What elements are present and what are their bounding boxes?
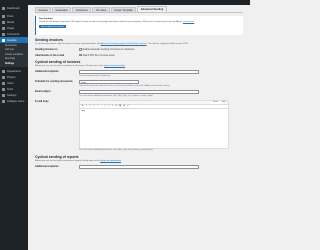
link-icon[interactable]: 🔗 xyxy=(115,105,118,107)
appearance-icon xyxy=(2,70,5,74)
schedule-select[interactable]: Daily xyxy=(79,79,139,85)
settings-tabs: General Generation Customers Tax rates I… xyxy=(35,6,243,13)
editor-tab-visual[interactable]: Visual xyxy=(211,100,220,104)
tools-icon xyxy=(2,88,5,92)
tab-customers[interactable]: Customers xyxy=(72,7,92,12)
bullet-list-icon[interactable]: ≡ xyxy=(89,105,92,107)
tab-generation[interactable]: Generation xyxy=(51,7,72,12)
hr-icon[interactable]: — xyxy=(100,105,103,107)
blockquote-icon[interactable]: ❝ xyxy=(96,105,99,107)
section-description: Below you can set up cyclical sending of… xyxy=(35,159,122,162)
dashboard-icon xyxy=(2,6,5,10)
setting-label: Additional recipients xyxy=(35,70,59,74)
align-center-icon[interactable]: ≡ xyxy=(108,105,111,107)
plugins-icon xyxy=(2,76,5,80)
align-left-icon[interactable]: ≡ xyxy=(104,105,107,107)
settings-icon xyxy=(2,94,5,98)
notice-body: Thank you for being a loyal user! We hop… xyxy=(39,21,195,23)
fullscreen-icon[interactable]: ⤢ xyxy=(127,105,130,107)
setting-row: Email subject You can use the following … xyxy=(35,89,243,97)
users-icon xyxy=(2,82,5,86)
tab-invoice-template[interactable]: Invoice Template xyxy=(110,7,137,12)
submenu-item-settings[interactable]: Settings xyxy=(0,62,28,66)
notice-button[interactable]: Go to advanced sending xyxy=(39,25,66,29)
editor-content[interactable]: test xyxy=(80,109,228,114)
email-body-editor: Visual Text B I ≡ ≡ ❝ — ≡ ≡ ≡ 🔗 ⛓ ⊞ ⤢ tes… xyxy=(79,99,229,149)
media-icon xyxy=(2,20,5,24)
italic-icon[interactable]: I xyxy=(85,105,88,107)
comments-icon xyxy=(2,32,5,36)
tab-tax-rates[interactable]: Tax rates xyxy=(92,7,110,12)
setting-label: Schedule for sending documents xyxy=(35,79,73,83)
tab-general[interactable]: General xyxy=(35,7,51,12)
collapse-menu-button[interactable]: Collapse menu xyxy=(0,99,28,105)
tab-advanced-sending[interactable]: Advanced Sending xyxy=(137,6,167,12)
setting-row: E-mail body Visual Text B I ≡ ≡ ❝ — ≡ ≡ ≡… xyxy=(35,99,243,152)
admin-sidebar: Dashboard Posts Media Pages Comments Inv… xyxy=(0,5,28,250)
info-notice: Say Goodbye Thank you for being a loyal … xyxy=(35,16,243,35)
setting-row: Additional recipients xyxy=(35,165,243,170)
editor-tab-text[interactable]: Text xyxy=(221,101,227,104)
setting-label: Email subject xyxy=(35,89,51,93)
plugin-docs-link[interactable]: plugin documentation xyxy=(104,65,125,67)
settings-content: General Generation Customers Tax rates I… xyxy=(28,5,250,250)
setting-label: E-mail body xyxy=(35,99,49,103)
notice-title: Say Goodbye xyxy=(39,18,53,20)
invoices-icon xyxy=(2,38,5,42)
section-description: To send every invoice, add the invoices … xyxy=(35,43,189,45)
posts-icon xyxy=(2,14,5,18)
setting-row: Sending invoices to Enable automatic sen… xyxy=(35,48,135,52)
toolbar-toggle-icon[interactable]: ⊞ xyxy=(123,105,126,107)
section-title-cyclical-invoices: Cyclical sending of invoices xyxy=(35,59,81,64)
advanced-sending-link[interactable]: Advanced Sending options for Flexible In… xyxy=(101,43,147,45)
pages-icon xyxy=(2,26,5,30)
section-description: Below you can set up cyclical sending of… xyxy=(35,64,126,67)
setting-label: Additional recipients xyxy=(35,165,59,169)
setting-row: Attachments in the e-mail Attach PDF fil… xyxy=(35,53,115,57)
unlink-icon[interactable]: ⛓ xyxy=(119,105,122,107)
setting-row: Schedule for sending documents Daily Choo… xyxy=(35,79,170,87)
section-title-sending-invoices: Sending invoices xyxy=(35,38,63,42)
setting-label: Attachments in the e-mail xyxy=(35,53,65,57)
notice-link[interactable]: Learn more xyxy=(183,21,194,23)
section-title-cyclical-reports: Cyclical sending of reports xyxy=(35,154,79,159)
align-right-icon[interactable]: ≡ xyxy=(111,105,114,107)
numbered-list-icon[interactable]: ≡ xyxy=(93,105,96,107)
report-recipients-input[interactable] xyxy=(79,165,199,170)
email-subject-input[interactable] xyxy=(79,89,199,95)
plugin-docs-link[interactable]: plugin documentation xyxy=(100,160,121,162)
additional-recipients-input[interactable] xyxy=(79,70,199,75)
setting-label: Sending invoices to xyxy=(35,48,58,52)
collapse-icon xyxy=(2,100,5,104)
enable-sending-checkbox[interactable] xyxy=(79,48,82,51)
invoices-submenu: All invoices Add new Invoice templates R… xyxy=(0,43,28,67)
bold-icon[interactable]: B xyxy=(81,105,84,107)
setting-row: Additional recipients Comma separated li… xyxy=(35,70,243,77)
attach-pdf-checkbox[interactable] xyxy=(79,53,82,57)
